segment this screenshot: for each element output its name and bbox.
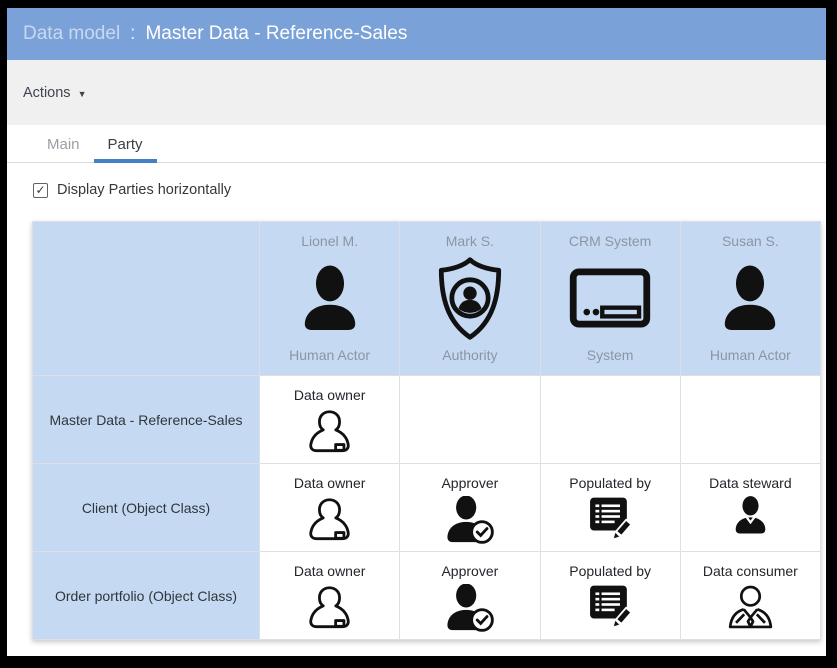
actions-bar: Actions ▼ — [7, 60, 826, 125]
assignment-cell[interactable]: Populated by — [541, 464, 680, 551]
assignment-cell-empty[interactable] — [541, 376, 680, 463]
assignment-cell[interactable]: Data owner — [260, 552, 399, 639]
assignment-cell-empty[interactable] — [400, 376, 539, 463]
human-actor-icon — [719, 249, 781, 347]
role-label: Approver — [441, 563, 498, 579]
assignment-cell[interactable]: Data steward — [681, 464, 820, 551]
title-separator: : — [130, 23, 135, 45]
party-matrix: Lionel M. Human ActorMark S. AuthorityCR… — [32, 221, 821, 640]
assignment-cell[interactable]: Data owner — [260, 376, 399, 463]
assignment-cell[interactable]: Data owner — [260, 464, 399, 551]
display-parties-checkbox[interactable]: ✓ — [33, 183, 48, 198]
party-header-3[interactable]: CRM System System — [541, 222, 680, 375]
assignment-cell[interactable]: Populated by — [541, 552, 680, 639]
row-label-1[interactable]: Master Data - Reference-Sales — [33, 376, 259, 463]
approver-icon — [444, 584, 496, 635]
row-label-2[interactable]: Client (Object Class) — [33, 464, 259, 551]
display-parties-label: Display Parties horizontally — [57, 182, 231, 198]
data-steward-icon — [732, 496, 769, 538]
role-label: Data owner — [294, 475, 366, 491]
party-type-label: System — [587, 347, 634, 363]
party-name: Lionel M. — [301, 233, 358, 249]
assignment-cell-empty[interactable] — [681, 376, 820, 463]
approver-icon — [444, 496, 496, 547]
row-label-text: Master Data - Reference-Sales — [50, 412, 243, 428]
role-label: Data steward — [709, 475, 791, 491]
data-owner-icon — [305, 408, 354, 457]
data-consumer-icon — [725, 584, 776, 634]
display-parties-option: ✓ Display Parties horizontally — [33, 182, 826, 198]
party-name: Susan S. — [722, 233, 779, 249]
app-window: Data model : Master Data - Reference-Sal… — [7, 8, 826, 656]
authority-icon — [433, 249, 507, 347]
chevron-down-icon: ▼ — [78, 89, 87, 99]
party-header-1[interactable]: Lionel M. Human Actor — [260, 222, 399, 375]
party-name: Mark S. — [446, 233, 494, 249]
role-label: Data owner — [294, 563, 366, 579]
page-title-bar: Data model : Master Data - Reference-Sal… — [7, 8, 826, 60]
role-label: Populated by — [569, 563, 651, 579]
tab-main[interactable]: Main — [33, 128, 94, 162]
party-type-label: Human Actor — [710, 347, 791, 363]
party-header-4[interactable]: Susan S. Human Actor — [681, 222, 820, 375]
system-icon — [569, 249, 651, 347]
row-label-text: Client (Object Class) — [82, 500, 210, 516]
actions-dropdown-button[interactable]: Actions ▼ — [23, 85, 86, 101]
role-label: Data owner — [294, 387, 366, 403]
populated-by-icon — [587, 496, 633, 542]
human-actor-icon — [299, 249, 361, 347]
party-type-label: Human Actor — [289, 347, 370, 363]
party-name: CRM System — [569, 233, 651, 249]
actions-label: Actions — [23, 85, 71, 101]
role-label: Data consumer — [703, 563, 798, 579]
tab-party[interactable]: Party — [94, 128, 157, 162]
assignment-cell[interactable]: Approver — [400, 464, 539, 551]
page-title: Master Data - Reference-Sales — [145, 23, 407, 45]
party-header-2[interactable]: Mark S. Authority — [400, 222, 539, 375]
object-type-label: Data model — [23, 23, 120, 45]
row-label-3[interactable]: Order portfolio (Object Class) — [33, 552, 259, 639]
assignment-cell[interactable]: Data consumer — [681, 552, 820, 639]
role-label: Populated by — [569, 475, 651, 491]
data-owner-icon — [305, 584, 354, 633]
party-matrix-container: Lionel M. Human ActorMark S. AuthorityCR… — [32, 221, 821, 640]
tab-bar: Main Party — [7, 125, 826, 163]
populated-by-icon — [587, 584, 633, 630]
role-label: Approver — [441, 475, 498, 491]
assignment-cell[interactable]: Approver — [400, 552, 539, 639]
party-type-label: Authority — [442, 347, 497, 363]
data-owner-icon — [305, 496, 354, 545]
matrix-corner-cell — [33, 222, 259, 375]
row-label-text: Order portfolio (Object Class) — [55, 588, 237, 604]
